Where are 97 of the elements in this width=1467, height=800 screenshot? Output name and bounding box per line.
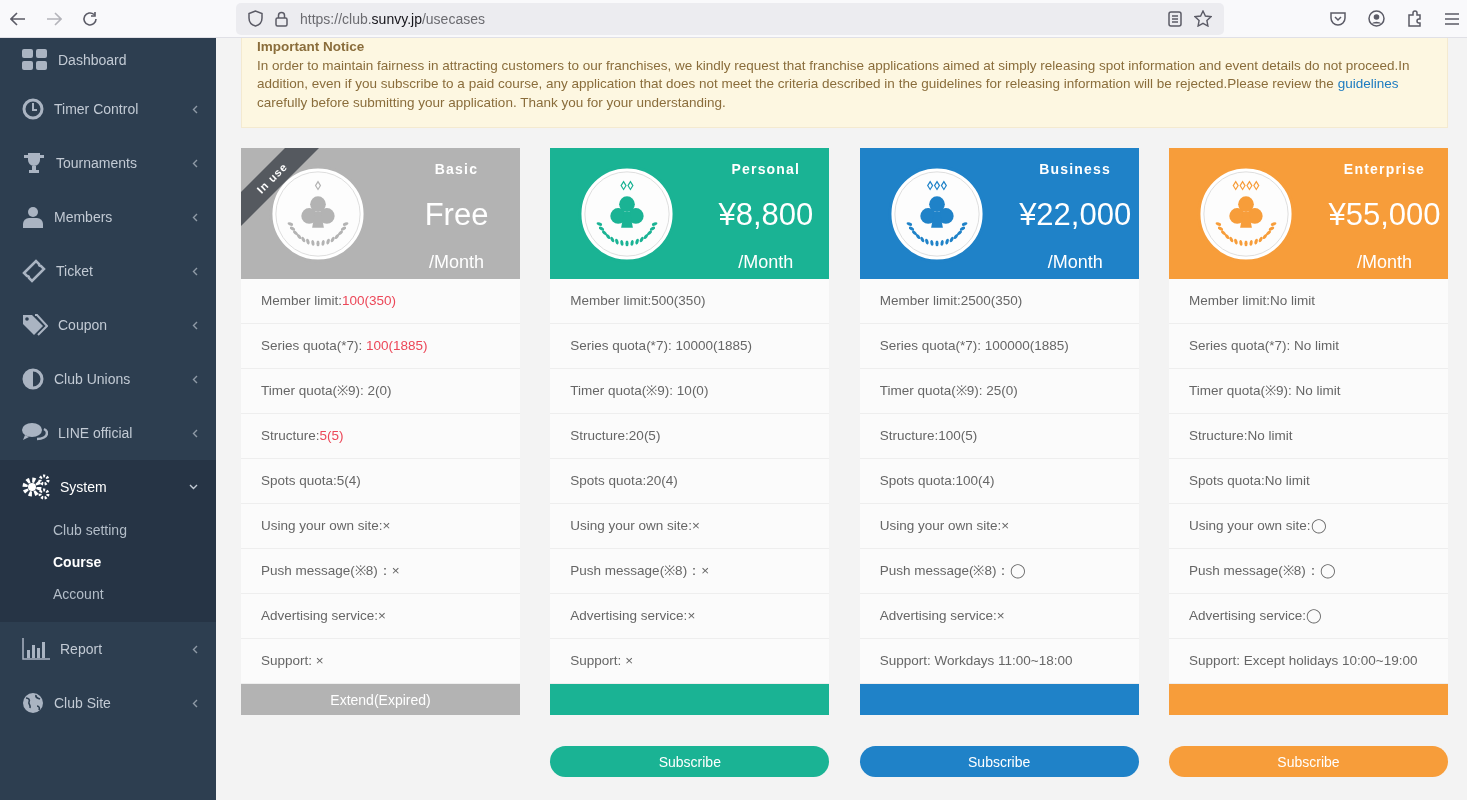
feature-row: Series quota(*7): 10000(1885) <box>550 324 830 369</box>
globe-icon <box>22 692 44 714</box>
star-icon[interactable] <box>1194 10 1212 27</box>
feature-row: Structure:No limit <box>1169 414 1448 459</box>
plan-period: /Month <box>1356 252 1412 273</box>
chevron-left-icon <box>192 374 198 384</box>
plan-name: Enterprise <box>1343 161 1426 177</box>
feature-row: Spots quota:No limit <box>1169 459 1448 504</box>
feature-row: Timer quota(※9): 25(0) <box>859 369 1139 414</box>
feature-row: Using your own site:× <box>550 504 830 549</box>
plan-name: Basic <box>434 161 479 177</box>
feature-row: Structure:100(5) <box>859 414 1139 459</box>
feature-row: Support: Except holidays 10:00~19:00 <box>1169 639 1448 684</box>
feature-row: Push message(※8)：◯ <box>859 549 1139 594</box>
feature-row: Member limit:No limit <box>1169 279 1448 324</box>
plan-price: ¥8,800 <box>718 196 814 233</box>
plan-period: /Month <box>738 252 794 273</box>
feature-row: Structure:5(5) <box>241 414 520 459</box>
bar-chart-icon <box>22 638 50 660</box>
chevron-down-icon <box>189 484 198 490</box>
clock-icon <box>22 98 44 120</box>
sidebar-item[interactable]: LINE official <box>0 406 216 460</box>
feature-row: Member limit:100(350) <box>241 279 520 324</box>
feature-row: Push message(※8)：◯ <box>1169 549 1448 594</box>
reload-icon[interactable] <box>82 10 98 27</box>
grid-icon <box>22 49 48 71</box>
feature-row: Using your own site:◯ <box>1169 504 1448 549</box>
guidelines-link[interactable]: guidelines <box>1337 76 1399 91</box>
plan-price: Free <box>424 196 489 233</box>
menu-icon[interactable] <box>1445 12 1459 25</box>
chevron-left-icon <box>192 104 198 114</box>
sidebar-item[interactable]: Tournaments <box>0 136 216 190</box>
half-circle-icon <box>22 368 44 390</box>
feature-row: Series quota(*7): 100(1885) <box>241 324 520 369</box>
feature-row: Spots quota:5(4) <box>241 459 520 504</box>
submenu-item[interactable]: Club setting <box>0 514 216 546</box>
feature-row: Advertising service:× <box>859 594 1139 639</box>
feature-row: Advertising service:◯ <box>1169 594 1448 639</box>
feature-row: Spots quota:20(4) <box>550 459 830 504</box>
submenu-item[interactable]: Account <box>0 578 216 610</box>
notice-text: In order to maintain fairness in attracting customers to our franchises, we kindly request that franchise applications aimed at simply releasing spot information and event details do not proceed.In addition, even if you subscribe to a paid course, any application that does not meet the criteria described in the guidelines for releasing information will be rejected.Please review the guidelines carefully before submitting your application. Thank you for your understanding. <box>257 56 1411 112</box>
lock-icon <box>275 10 288 27</box>
plan-name: Personal <box>731 161 801 177</box>
tag-icon <box>22 314 48 336</box>
gears-icon <box>22 474 50 500</box>
feature-row: Push message(※8)：× <box>550 549 830 594</box>
chevron-left-icon <box>192 158 198 168</box>
pocket-icon[interactable] <box>1330 11 1346 26</box>
trophy-icon <box>22 151 46 175</box>
chevron-left-icon <box>192 428 198 438</box>
feature-row: Support: × <box>241 639 520 684</box>
feature-row: Member limit:2500(350) <box>859 279 1139 324</box>
sidebar-item[interactable]: Coupon <box>0 298 216 352</box>
feature-row: Timer quota(※9): 2(0) <box>241 369 520 414</box>
chevron-left-icon <box>192 212 198 222</box>
feature-row: Timer quota(※9): No limit <box>1169 369 1448 414</box>
ticket-icon <box>22 259 46 283</box>
feature-row: Spots quota:100(4) <box>859 459 1139 504</box>
plan-period: /Month <box>1047 252 1103 273</box>
feature-row: Advertising service:× <box>241 594 520 639</box>
sidebar-item[interactable]: Report <box>0 622 216 676</box>
submenu-item[interactable]: Course <box>0 546 216 578</box>
plan-period: /Month <box>429 252 484 273</box>
feature-row: Series quota(*7): 100000(1885) <box>859 324 1139 369</box>
sidebar-item[interactable]: Timer Control <box>0 82 216 136</box>
address-bar[interactable]: https://club.sunvy.jp/usecases <box>236 2 1224 35</box>
feature-row: Series quota(*7): No limit <box>1169 324 1448 369</box>
sidebar-item[interactable]: Members <box>0 190 216 244</box>
subscribe-button[interactable]: Subscribe <box>859 746 1139 777</box>
chevron-left-icon <box>192 320 198 330</box>
feature-row: Using your own site:× <box>859 504 1139 549</box>
extensions-icon[interactable] <box>1407 10 1423 27</box>
feature-row: Support: × <box>550 639 830 684</box>
plan-name: Business <box>1039 161 1112 177</box>
reader-view-icon[interactable] <box>1168 10 1182 27</box>
feature-row: Support: Workdays 11:00~18:00 <box>859 639 1139 684</box>
person-icon <box>22 206 44 228</box>
plan-price: ¥55,000 <box>1328 196 1441 233</box>
notice-title: Important Notice <box>257 38 366 56</box>
sidebar-item[interactable]: System <box>0 460 216 514</box>
back-arrow-icon[interactable] <box>10 11 26 26</box>
feature-row: Using your own site:× <box>241 504 520 549</box>
sidebar-item[interactable]: Club Unions <box>0 352 216 406</box>
plan-price: ¥22,000 <box>1019 196 1132 233</box>
chevron-left-icon <box>192 266 198 276</box>
feature-row: Structure:20(5) <box>550 414 830 459</box>
feature-row: Push message(※8)：× <box>241 549 520 594</box>
sidebar-item[interactable]: Dashboard <box>0 38 216 82</box>
account-icon[interactable] <box>1368 10 1385 27</box>
chevron-left-icon <box>192 698 198 708</box>
feature-row: Member limit:500(350) <box>550 279 830 324</box>
shield-icon <box>248 10 263 27</box>
sidebar-item[interactable]: Club Site <box>0 676 216 730</box>
chevron-left-icon <box>192 644 198 654</box>
feature-row: Advertising service:× <box>550 594 830 639</box>
feature-row: Timer quota(※9): 10(0) <box>550 369 830 414</box>
sidebar-item[interactable]: Ticket <box>0 244 216 298</box>
